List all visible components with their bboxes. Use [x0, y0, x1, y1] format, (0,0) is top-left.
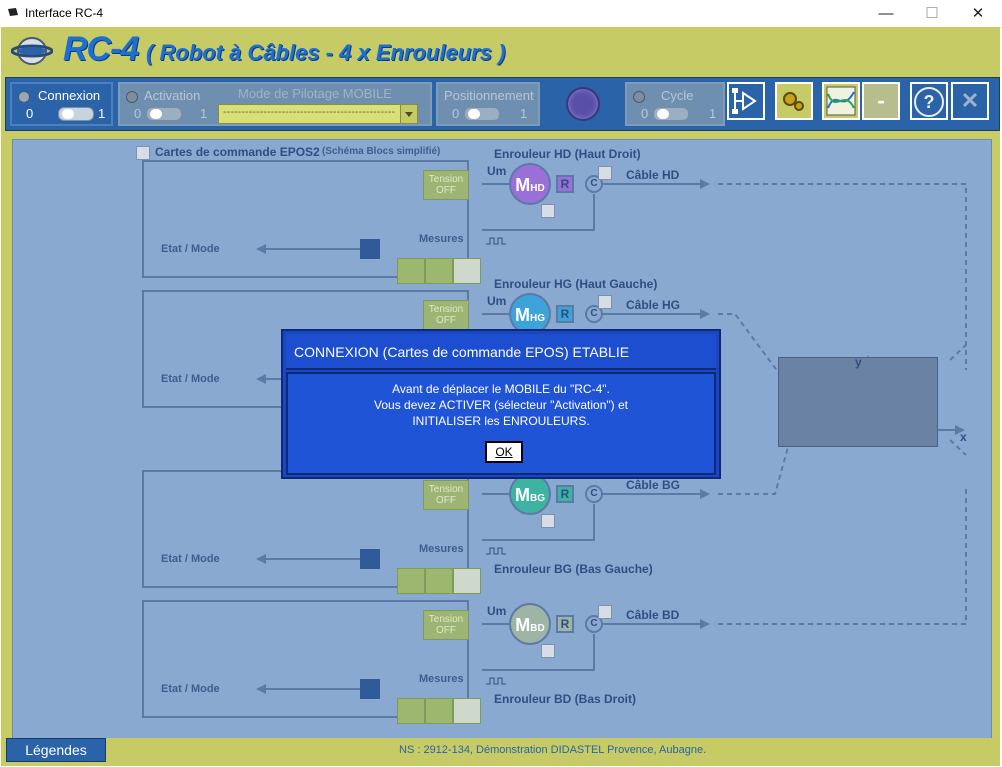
cable-hd-label: Câble HD	[626, 168, 680, 182]
image-icon	[598, 605, 612, 619]
etat-mode-label: Etat / Mode	[161, 553, 220, 565]
tension-hd-indicator: Tension OFF	[423, 170, 469, 200]
image-icon	[541, 514, 555, 528]
motor-bg[interactable]: MBG	[509, 473, 551, 515]
motor-bd[interactable]: MBD	[509, 603, 551, 645]
enrouleur-hg-title: Enrouleur HG (Haut Gauche)	[494, 277, 658, 291]
mobile-platform	[778, 357, 938, 447]
gear-icon[interactable]	[397, 258, 425, 284]
image-icon	[598, 295, 612, 309]
state-indicator	[360, 679, 380, 699]
etat-mode-label: Etat / Mode	[161, 373, 220, 385]
image-icon	[541, 644, 555, 658]
board-hd-tools	[397, 257, 483, 285]
reducer-hd: R	[556, 175, 574, 193]
image-icon	[541, 204, 555, 218]
motor-hd-sub: HD	[530, 183, 545, 194]
graph-icon[interactable]	[453, 698, 481, 724]
graph-icon[interactable]	[453, 258, 481, 284]
state-indicator	[360, 239, 380, 259]
mesures-label: Mesures	[419, 673, 464, 685]
ok-button[interactable]: OK	[485, 441, 523, 463]
motor-bd-letter: M	[515, 615, 531, 635]
tension-state: OFF	[436, 315, 456, 326]
tool-icon[interactable]	[425, 568, 453, 594]
tension-bd-indicator: Tension OFF	[423, 610, 469, 640]
y-axis-label: y	[855, 355, 862, 369]
reducer-bg: R	[556, 485, 574, 503]
connexion-dialog: CONNEXION (Cartes de commande EPOS) ETAB…	[281, 329, 721, 479]
gear-icon[interactable]	[397, 698, 425, 724]
tension-label: Tension	[428, 614, 464, 625]
tension-state: OFF	[436, 185, 456, 196]
tension-label: Tension	[428, 484, 464, 495]
motor-hd[interactable]: MHD	[509, 163, 551, 205]
motor-bd-sub: BD	[530, 623, 545, 634]
motor-hg-letter: M	[515, 305, 530, 325]
enrouleur-hd-title: Enrouleur HD (Haut Droit)	[494, 147, 641, 161]
tension-state: OFF	[436, 495, 456, 506]
etat-mode-label: Etat / Mode	[161, 243, 220, 255]
dialog-line-1: Avant de déplacer le MOBILE du "RC-4".	[392, 382, 610, 396]
tool-icon[interactable]	[425, 258, 453, 284]
section-subtitle: (Schéma Blocs simplifié)	[322, 146, 441, 157]
tool-icon[interactable]	[425, 698, 453, 724]
um-label: Um	[487, 604, 507, 618]
board-bd-tools	[397, 697, 483, 725]
board-bg-tools	[397, 567, 483, 595]
um-label: Um	[487, 164, 507, 178]
image-icon	[598, 166, 612, 180]
mesures-label: Mesures	[419, 233, 464, 245]
um-label: Um	[487, 294, 507, 308]
dialog-title: CONNEXION (Cartes de commande EPOS) ETAB…	[294, 344, 630, 360]
tension-label: Tension	[428, 304, 464, 315]
tension-label: Tension	[428, 174, 464, 185]
enrouleur-bd-title: Enrouleur BD (Bas Droit)	[494, 692, 637, 706]
motor-bg-sub: BG	[530, 493, 545, 504]
reducer-bd: R	[556, 615, 574, 633]
motor-bg-letter: M	[515, 485, 530, 505]
motor-hg-sub: HG	[530, 313, 545, 324]
tension-state: OFF	[436, 625, 456, 636]
x-axis-label: x	[960, 430, 967, 444]
tension-hg-indicator: Tension OFF	[423, 300, 469, 330]
dialog-body: Avant de déplacer le MOBILE du "RC-4". V…	[286, 372, 716, 475]
etat-mode-label: Etat / Mode	[161, 683, 220, 695]
graph-icon[interactable]	[453, 568, 481, 594]
reducer-hg: R	[556, 305, 574, 323]
enrouleur-bg-title: Enrouleur BG (Bas Gauche)	[494, 562, 653, 576]
dialog-line-2: Vous devez ACTIVER (sélecteur "Activatio…	[374, 398, 628, 412]
cable-hg-label: Câble HG	[626, 298, 681, 312]
motor-hd-letter: M	[515, 175, 531, 195]
dialog-title-bar: CONNEXION (Cartes de commande EPOS) ETAB…	[286, 334, 716, 370]
mesures-label: Mesures	[419, 543, 464, 555]
section-image-icon	[136, 146, 150, 160]
cable-bd-label: Câble BD	[626, 608, 680, 622]
state-indicator	[360, 549, 380, 569]
gear-icon[interactable]	[397, 568, 425, 594]
tension-bg-indicator: Tension OFF	[423, 480, 469, 510]
sensor-bg: C	[585, 485, 603, 503]
cable-bg-label: Câble BG	[626, 478, 681, 492]
section-title: Cartes de commande EPOS2	[155, 145, 320, 159]
dialog-line-3: INITIALISER les ENROULEURS.	[412, 414, 590, 428]
